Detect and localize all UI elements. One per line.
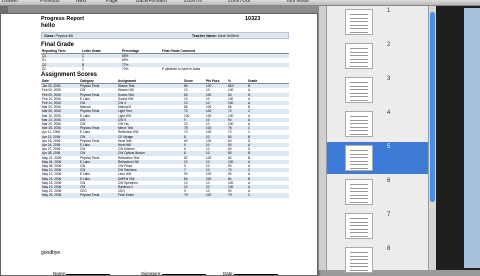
toolbar-item[interactable]: Zoom In bbox=[184, 0, 202, 4]
thumbnail-image bbox=[345, 247, 373, 273]
table-row: May 26, 2006 Physics Tests Final Exam 79 100… bbox=[41, 193, 289, 198]
final-grade-table: Reporting Term Letter Grade Percentage Fina… bbox=[41, 49, 289, 71]
table-cell: 73% bbox=[122, 66, 129, 71]
thumbnail-scrollbar[interactable] bbox=[428, 6, 436, 270]
toolbar-item[interactable]: Back/Forward bbox=[136, 0, 167, 4]
thumbnail-page-number: 8 bbox=[387, 246, 391, 252]
thumbnail-drawer[interactable]: 1 2 3 4 5 6 7 8 bbox=[326, 6, 431, 273]
class-label: Class: Physics 8B bbox=[44, 34, 73, 38]
table-cell: P pleasure to have in class bbox=[162, 66, 201, 71]
background-window-accent bbox=[464, 8, 480, 268]
document-view[interactable]: Progress Report 10323 hello Class: Physi… bbox=[0, 6, 326, 276]
thumbnail-image bbox=[345, 77, 373, 103]
table-row: S2 C 73% P pleasure to have in class bbox=[41, 67, 289, 71]
table-cell: 79 bbox=[227, 193, 247, 198]
toolbar-item[interactable]: Zoom Out bbox=[228, 0, 250, 4]
thumbnail-page[interactable]: 6 bbox=[327, 176, 431, 208]
thumbnail-page[interactable]: 7 bbox=[327, 210, 431, 242]
thumbnail-image bbox=[345, 145, 373, 171]
teacher-label: Teacher Name: Mark Helfreid bbox=[192, 34, 239, 38]
table-cell: Physics Tests bbox=[79, 193, 117, 198]
thumbnail-page[interactable]: 3 bbox=[327, 74, 431, 106]
thumbnail-image bbox=[345, 9, 373, 35]
table-cell: C bbox=[247, 193, 289, 198]
table-cell: May 26, 2006 bbox=[41, 193, 79, 198]
table-cell: Final Exam bbox=[117, 193, 183, 198]
table-cell: C bbox=[82, 66, 85, 71]
thumbnail-page-number: 2 bbox=[387, 42, 391, 48]
background-window bbox=[436, 6, 480, 270]
class-bar: Class: Physics 8B Teacher Name: Mark Hel… bbox=[41, 32, 289, 39]
thumbnail-page-number: 6 bbox=[387, 178, 391, 184]
thumbnail-page-number: 5 bbox=[387, 144, 391, 150]
report-title: Progress Report bbox=[41, 16, 85, 22]
assignment-scores-table: Date Category Assignment Score Pts Poss% Grad… bbox=[41, 79, 289, 198]
thumbnail-image bbox=[345, 111, 373, 137]
thumbnail-page[interactable]: 2 bbox=[327, 40, 431, 72]
toolbar-item[interactable]: Next bbox=[76, 0, 86, 4]
closing-text: goodbye bbox=[41, 250, 61, 256]
thumbnail-image bbox=[345, 43, 373, 69]
report-page: Progress Report 10323 hello Class: Physi… bbox=[0, 13, 318, 276]
thumbnail-image bbox=[345, 213, 373, 239]
table-cell: S2 bbox=[42, 66, 46, 71]
thumbnail-page[interactable]: 1 bbox=[327, 6, 431, 38]
table-cell: 79 bbox=[183, 193, 205, 198]
thumbnail-page[interactable]: 8 bbox=[327, 244, 431, 276]
final-grade-heading: Final Grade bbox=[41, 42, 75, 48]
thumbnail-page-number: 4 bbox=[387, 110, 391, 116]
greeting: hello bbox=[41, 23, 56, 29]
thumbnail-page-number: 7 bbox=[387, 212, 391, 218]
toolbar-item[interactable]: Page bbox=[106, 0, 118, 4]
signature-name: Name: bbox=[53, 271, 111, 276]
thumbnail-page[interactable]: 4 bbox=[327, 108, 431, 140]
toolbar-item[interactable]: Previous bbox=[40, 0, 59, 4]
thumbnail-page-number: 1 bbox=[387, 8, 391, 14]
table-cell: 100 bbox=[205, 193, 227, 198]
thumbnail-scroll-thumb[interactable] bbox=[430, 12, 435, 202]
document-scrollbar[interactable] bbox=[318, 6, 326, 270]
thumbnail-image bbox=[345, 179, 373, 205]
signature-line: Signature: bbox=[141, 271, 206, 276]
toolbar-item[interactable]: Drawer bbox=[2, 0, 18, 4]
signature-date: Date: bbox=[223, 271, 278, 276]
report-number: 10323 bbox=[245, 16, 261, 22]
assignment-scores-heading: Assignment Scores bbox=[41, 72, 98, 78]
thumbnail-page-number: 3 bbox=[387, 76, 391, 82]
thumbnail-page[interactable]: 5 bbox=[327, 142, 431, 174]
toolbar-item[interactable]: Tool Mode bbox=[286, 0, 309, 4]
